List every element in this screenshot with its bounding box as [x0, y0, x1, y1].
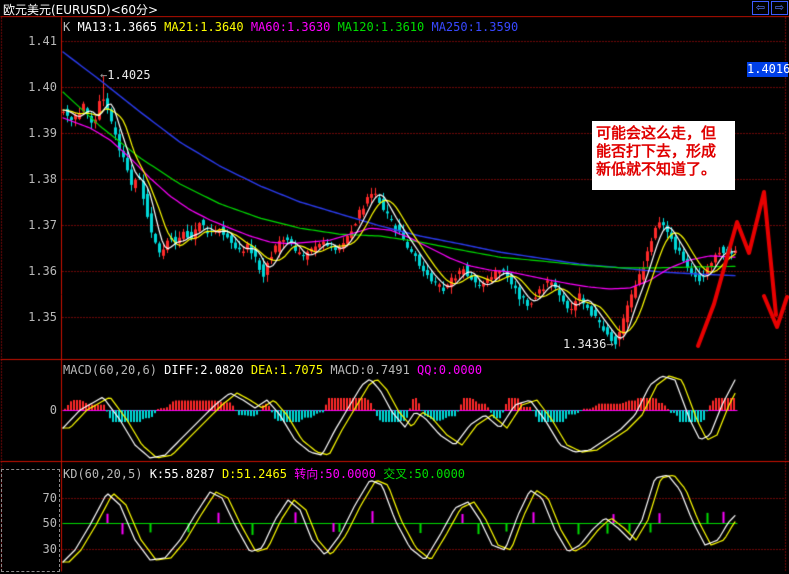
- left-arrow-icon: ⇦: [755, 2, 766, 14]
- axis-label: 30: [42, 541, 57, 556]
- nav-buttons: ⇦ ⇨: [752, 1, 788, 15]
- axis-label: 0: [49, 403, 57, 417]
- legend-item: MA250:1.3590: [431, 20, 519, 34]
- legend-item: DIFF:2.0820: [164, 363, 251, 377]
- legend-item: K:55.8287: [149, 467, 222, 481]
- note-line: 新低就不知道了。: [596, 160, 717, 178]
- ma-legend: K MA13:1.3665 MA21:1.3640 MA60:1.3630 MA…: [63, 20, 518, 34]
- legend-item: DEA:1.7075: [250, 363, 331, 377]
- price-badge: 1.4016: [747, 62, 789, 77]
- back-button[interactable]: ⇦: [752, 1, 769, 15]
- forward-button[interactable]: ⇨: [771, 1, 788, 15]
- axis-label: 70: [42, 490, 57, 505]
- legend-item: 转向:50.0000: [294, 467, 384, 481]
- legend-item: 交叉:50.0000: [383, 467, 466, 481]
- axis-label: 1.36: [28, 264, 57, 278]
- legend-item: MA21:1.3640: [164, 20, 251, 34]
- annotation-note-box: 可能会这么走，但 能否打下去，形成 新低就不知道了。: [592, 121, 735, 190]
- note-line: 可能会这么走，但: [596, 124, 717, 142]
- right-pointer-icon: →: [606, 337, 614, 351]
- legend-item: MACD(60,20,6): [63, 363, 165, 377]
- legend-item: MA120:1.3610: [337, 20, 432, 34]
- legend-k-label: K: [63, 20, 78, 34]
- legend-item: MACD:0.7491: [330, 363, 418, 377]
- title-bar: 欧元美元(EURUSD)<60分>: [0, 0, 789, 17]
- window-title: 欧元美元(EURUSD)<60分>: [3, 3, 159, 17]
- macd-header: MACD(60,20,6) DIFF:2.0820 DEA:1.7075 MAC…: [63, 363, 482, 377]
- axis-label: 50: [42, 516, 57, 530]
- legend-item: MA13:1.3665: [77, 20, 165, 34]
- legend-item: KD(60,20,5): [63, 467, 150, 481]
- trading-app-window: 欧元美元(EURUSD)<60分> ⇦ ⇨ K MA13:1.3665 MA21…: [0, 0, 789, 574]
- axis-label: 1.39: [28, 126, 57, 140]
- legend-item: D:51.2465: [221, 467, 295, 481]
- axis-label: 1.40: [28, 80, 57, 94]
- legend-item: QQ:0.0000: [417, 363, 483, 377]
- legend-item: MA60:1.3630: [250, 20, 338, 34]
- axis-label: 1.41: [28, 34, 57, 48]
- low-price-marker: 1.3436→: [563, 337, 614, 351]
- axis-label: 1.37: [28, 218, 57, 232]
- high-price-marker: ←1.4025: [100, 68, 151, 82]
- note-line: 能否打下去，形成: [596, 142, 717, 160]
- right-arrow-icon: ⇨: [774, 2, 785, 14]
- chart-canvas[interactable]: [0, 0, 789, 574]
- axis-label: 1.38: [28, 172, 57, 186]
- kd-header: KD(60,20,5) K:55.8287 D:51.2465 转向:50.00…: [63, 465, 465, 482]
- axis-label: 1.35: [28, 310, 57, 324]
